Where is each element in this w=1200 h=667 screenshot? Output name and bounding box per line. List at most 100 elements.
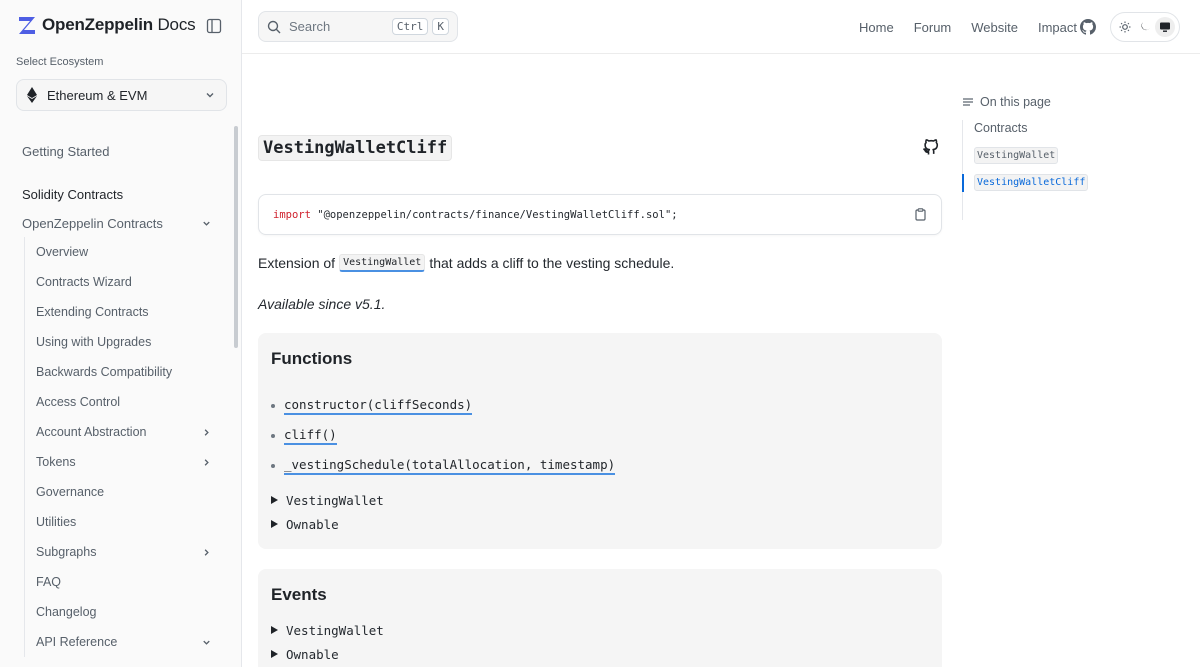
sidebar-item[interactable]: Access Control [25, 387, 232, 417]
sidebar-item-label: Tokens [36, 455, 76, 469]
functions-list: constructor(cliffSeconds) cliff() _vesti… [271, 391, 616, 481]
nav-section-heading: Solidity Contracts [22, 187, 124, 202]
vestingwallet-link[interactable]: VestingWallet [339, 254, 426, 272]
search-input[interactable]: Search Ctrl K [258, 11, 458, 42]
github-icon[interactable] [1080, 19, 1096, 35]
chevron-down-icon [206, 93, 214, 98]
sidebar-item-label: Contracts Wizard [36, 275, 132, 289]
chevron-down-icon [203, 221, 210, 226]
function-link-cliff[interactable]: cliff() [284, 427, 337, 445]
openzeppelin-logo-icon [19, 17, 35, 34]
nav-group-openzeppelin-contracts[interactable]: OpenZeppelin Contracts [0, 209, 232, 237]
sidebar-item[interactable]: Tokens [25, 447, 232, 477]
inherited-events: VestingWallet Ownable [271, 618, 384, 666]
list-icon [963, 98, 973, 106]
description-after: that adds a cliff to the vesting schedul… [429, 255, 675, 271]
import-statement: import "@openzeppelin/contracts/finance/… [273, 208, 678, 221]
sun-icon [1119, 21, 1131, 33]
theme-system-button[interactable] [1155, 17, 1175, 37]
table-of-contents: On this page Contracts VestingWallet Ves… [962, 94, 1182, 220]
sidebar-item[interactable]: Extending Contracts [25, 297, 232, 327]
theme-light-button[interactable] [1115, 17, 1135, 37]
page-title: VestingWalletCliff [258, 135, 453, 161]
sidebar-item-label: Access Control [36, 395, 121, 409]
description: Extension of VestingWallet that adds a c… [258, 254, 674, 272]
description-before: Extension of [258, 255, 336, 271]
ecosystem-label: Select Ecosystem [16, 56, 104, 68]
brand[interactable]: OpenZeppelin Docs [18, 14, 196, 36]
toc-active-indicator [962, 174, 964, 192]
sidebar-item-label: FAQ [36, 575, 62, 589]
events-heading: Events [271, 585, 327, 604]
sidebar-scrollbar[interactable] [234, 126, 238, 348]
sidebar-item[interactable]: Subgraphs [25, 537, 232, 567]
sidebar-nav: Getting Started Solidity Contracts OpenZ… [0, 138, 232, 657]
sidebar-item-label: Extending Contracts [36, 305, 149, 319]
sidebar-item[interactable]: Governance [25, 477, 232, 507]
nav-link-impact[interactable]: Impact [1038, 20, 1077, 35]
github-source-icon[interactable] [922, 138, 940, 156]
shortcut-key-ctrl: Ctrl [391, 18, 429, 35]
theme-dark-button[interactable] [1135, 17, 1155, 37]
disclosure-triangle-icon [271, 626, 278, 634]
ecosystem-select[interactable]: Ethereum & EVM [16, 79, 227, 111]
function-link-vesting-schedule[interactable]: _vestingSchedule(totalAllocation, timest… [284, 457, 616, 475]
functions-card: Functions constructor(cliffSeconds) clif… [258, 333, 942, 549]
sidebar-item-label: Utilities [36, 515, 77, 529]
list-item: constructor(cliffSeconds) [271, 391, 615, 421]
copy-icon[interactable] [914, 208, 927, 221]
inherited-functions: VestingWallet Ownable [271, 488, 384, 536]
search-placeholder: Search [289, 19, 331, 34]
sidebar-item[interactable]: Overview [25, 237, 232, 267]
disclosure-triangle-icon [271, 650, 278, 658]
top-bar: Search Ctrl K Home Forum Website Impact [242, 0, 1200, 54]
sidebar-item-label: Backwards Compatibility [36, 365, 173, 379]
toc-item-vestingwalletcliff[interactable]: VestingWalletCliff [974, 174, 1089, 191]
sidebar-item[interactable]: API Reference [25, 627, 232, 657]
sidebar-item[interactable]: Backwards Compatibility [25, 357, 232, 387]
nav-sub-list: Overview Contracts Wizard Extending Contra… [24, 237, 232, 657]
chevron-down-icon [203, 640, 210, 645]
details-ownable-events[interactable]: Ownable [271, 642, 384, 666]
events-card: Events VestingWallet Ownable [258, 569, 942, 667]
toc-item-contracts[interactable]: Contracts [974, 121, 1028, 135]
nav-link-forum[interactable]: Forum [914, 20, 952, 35]
details-ownable-functions[interactable]: Ownable [271, 512, 384, 536]
sidebar-item[interactable]: Changelog [25, 597, 232, 627]
monitor-icon [1160, 22, 1170, 32]
toc-item-vestingwallet[interactable]: VestingWallet [974, 147, 1059, 164]
sidebar-item[interactable]: Account Abstraction [25, 417, 232, 447]
sidebar-item-label: Account Abstraction [36, 425, 147, 439]
nav-link-home[interactable]: Home [859, 20, 894, 35]
nav-getting-started[interactable]: Getting Started [0, 138, 232, 166]
function-link-constructor[interactable]: constructor(cliffSeconds) [284, 397, 473, 415]
sidebar-item-label: Governance [36, 485, 105, 499]
disclosure-triangle-icon [271, 520, 278, 528]
sidebar-item-label: Overview [36, 245, 89, 259]
nav-group-label: OpenZeppelin Contracts [22, 215, 163, 231]
sidebar-item[interactable]: FAQ [25, 567, 232, 597]
shortcut-key-k: K [432, 18, 449, 35]
sidebar-item[interactable]: Using with Upgrades [25, 327, 232, 357]
theme-switcher [1110, 12, 1180, 42]
sidebar-item-label: Using with Upgrades [36, 335, 152, 349]
sidebar-toggle-icon[interactable] [206, 18, 222, 34]
sidebar-item[interactable]: Contracts Wizard [25, 267, 232, 297]
sidebar: OpenZeppelin Docs Select Ecosystem Ether… [0, 0, 242, 667]
ethereum-icon [27, 87, 37, 103]
list-item: _vestingSchedule(totalAllocation, timest… [271, 451, 616, 481]
import-code-block: import "@openzeppelin/contracts/finance/… [258, 194, 942, 235]
nav-link-website[interactable]: Website [971, 20, 1018, 35]
moon-icon [1141, 22, 1150, 31]
sidebar-item-label: Subgraphs [36, 545, 97, 559]
chevron-right-icon [204, 428, 209, 436]
search-icon [267, 20, 281, 33]
list-item: cliff() [271, 421, 615, 451]
sidebar-item-label: Changelog [36, 605, 97, 619]
toc-line [962, 120, 963, 220]
sidebar-item[interactable]: Utilities [25, 507, 232, 537]
details-vestingwallet-functions[interactable]: VestingWallet [271, 488, 384, 512]
chevron-right-icon [204, 548, 209, 556]
top-nav: Home Forum Website Impact [859, 0, 1077, 54]
details-vestingwallet-events[interactable]: VestingWallet [271, 618, 384, 642]
